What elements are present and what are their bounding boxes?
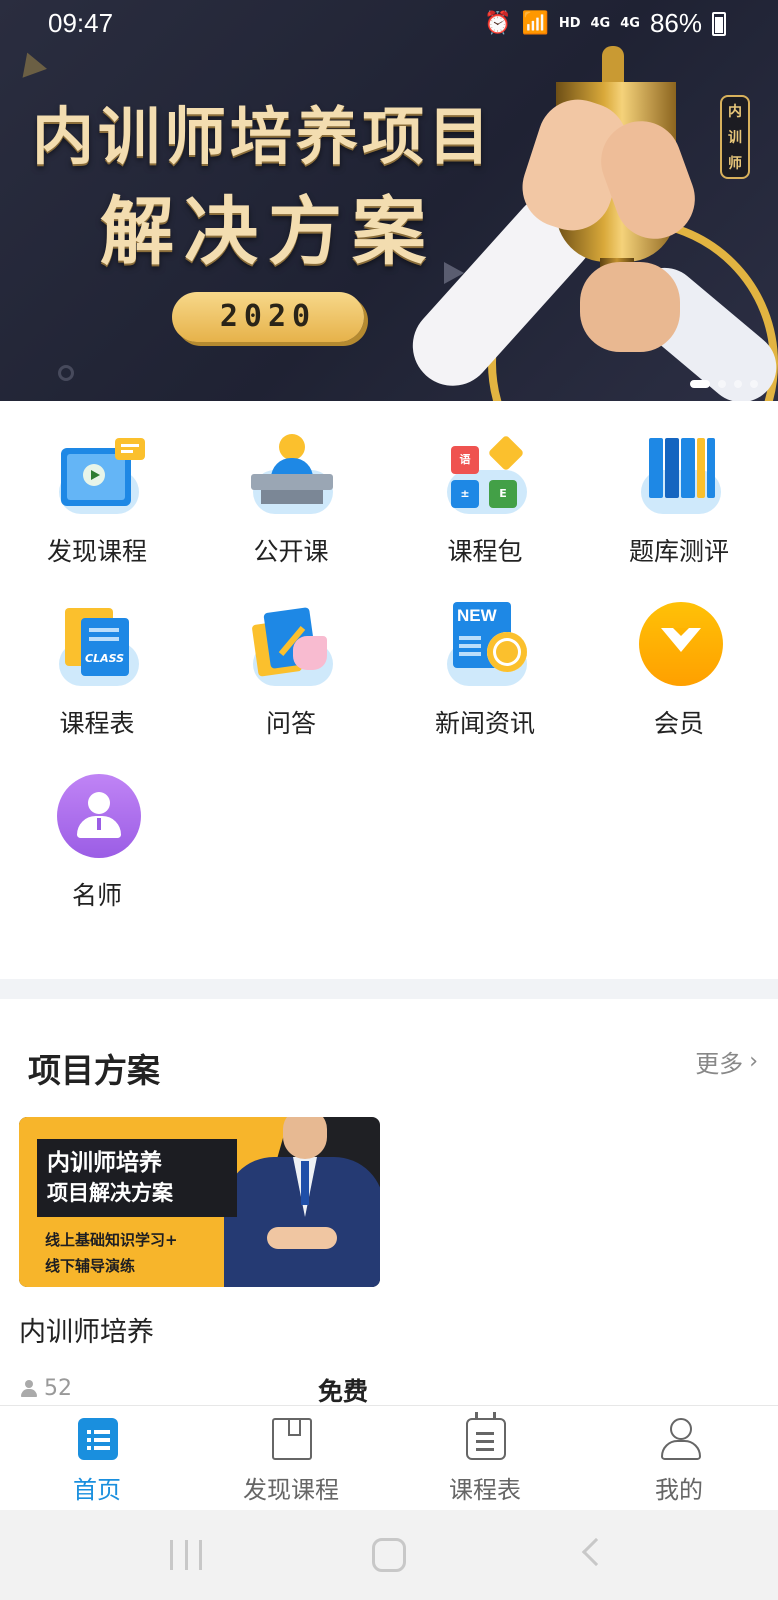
hd-indicator: HD xyxy=(558,16,581,31)
learner-count: 52 xyxy=(20,1376,72,1401)
price-label: 免费 xyxy=(318,1377,369,1406)
carousel-indicator[interactable] xyxy=(690,380,758,388)
book-icon xyxy=(272,1418,312,1460)
status-icons: ⏰ 📶 HD 4G 4G 86% xyxy=(484,8,726,39)
tab-label: 课程表 xyxy=(449,1476,521,1504)
grid-item-label: 会员 xyxy=(653,709,704,738)
card-image-note: 线上基础知识学习+ xyxy=(45,1231,178,1249)
wifi-icon: 📶 xyxy=(521,11,549,36)
learner-count-value: 52 xyxy=(44,1376,72,1401)
tab-home[interactable]: 首页 xyxy=(0,1406,194,1511)
bottom-tab-bar: 首页 发现课程 课程表 我的 xyxy=(0,1405,778,1510)
system-nav-bar xyxy=(0,1510,778,1600)
project-card-image[interactable]: 内训师培养 项目解决方案 线上基础知识学习+ 线下辅导演练 xyxy=(19,1117,380,1287)
chevron-right-icon: › xyxy=(749,1049,758,1074)
status-bar: 09:47 ⏰ 📶 HD 4G 4G 86% xyxy=(0,0,778,46)
tab-discover-courses[interactable]: 发现课程 xyxy=(194,1406,388,1511)
project-card-name[interactable]: 内训师培养 xyxy=(19,1310,154,1349)
class-schedule-icon: CLASS xyxy=(55,602,141,692)
signal-4g-icon: 4G xyxy=(590,16,611,31)
section-divider xyxy=(0,979,778,999)
recent-apps-button[interactable] xyxy=(170,1540,202,1570)
grid-item-discover-courses[interactable]: 发现课程 xyxy=(0,430,194,590)
course-package-icon: 语 ± E xyxy=(443,430,529,520)
question-bank-icon xyxy=(637,430,723,520)
tab-me[interactable]: 我的 xyxy=(582,1406,776,1511)
status-time: 09:47 xyxy=(48,8,114,38)
grid-item-question-bank[interactable]: 题库测评 xyxy=(582,430,776,590)
alarm-icon: ⏰ xyxy=(484,11,512,36)
banner-hand xyxy=(580,262,680,352)
person-icon xyxy=(20,1379,38,1398)
tab-label: 发现课程 xyxy=(243,1476,339,1504)
grid-item-news[interactable]: NEW 新闻资讯 xyxy=(388,602,582,762)
battery-icon xyxy=(712,11,726,36)
grid-item-label: 公开课 xyxy=(253,537,329,566)
lecturer-podium-icon xyxy=(249,430,335,520)
qa-icon xyxy=(249,602,335,692)
banner-title-line2: 解决方案 xyxy=(100,189,436,275)
video-course-icon xyxy=(55,430,145,520)
banner-title-line1: 内训师培养项目 xyxy=(32,100,495,173)
grid-item-label: 名师 xyxy=(71,881,122,910)
tab-label: 我的 xyxy=(655,1476,703,1504)
grid-item-open-class[interactable]: 公开课 xyxy=(194,430,388,590)
grid-item-label: 问答 xyxy=(265,709,316,738)
grid-item-label: 课程包 xyxy=(447,537,523,566)
system-home-button[interactable] xyxy=(372,1538,406,1572)
system-back-button[interactable] xyxy=(581,1537,611,1567)
decor-triangle xyxy=(15,48,47,78)
card-image-subtitle: 项目解决方案 xyxy=(47,1181,173,1205)
user-icon xyxy=(660,1418,701,1460)
grid-item-label: 新闻资讯 xyxy=(434,709,535,738)
grid-item-qa[interactable]: 问答 xyxy=(194,602,388,762)
grid-item-schedule[interactable]: CLASS 课程表 xyxy=(0,602,194,762)
teacher-icon xyxy=(55,774,141,864)
card-image-note: 线下辅导演练 xyxy=(45,1257,136,1275)
carousel-dot[interactable] xyxy=(734,380,742,388)
tab-label: 首页 xyxy=(73,1476,121,1504)
member-icon xyxy=(637,602,723,692)
signal-4g-icon: 4G xyxy=(620,16,640,31)
decor-circle xyxy=(58,365,74,381)
promo-banner-carousel[interactable]: 内训师培养项目 解决方案 2020 内训师 xyxy=(0,0,778,401)
more-link[interactable]: 更多 › xyxy=(695,1044,758,1079)
card-image-title: 内训师培养 xyxy=(47,1150,162,1176)
banner-year-pill: 2020 xyxy=(172,292,364,342)
grid-item-label: 课程表 xyxy=(59,709,135,738)
home-list-icon xyxy=(78,1418,118,1460)
banner-badge: 内训师 xyxy=(720,95,750,179)
carousel-dot-active[interactable] xyxy=(690,380,710,388)
grid-item-label: 题库测评 xyxy=(628,537,729,566)
trophy-finial xyxy=(602,46,624,86)
grid-item-label: 发现课程 xyxy=(46,537,147,566)
news-icon: NEW xyxy=(443,602,529,692)
battery-percent: 86% xyxy=(649,8,702,38)
grid-item-famous-teacher[interactable]: 名师 xyxy=(0,774,194,934)
more-label: 更多 xyxy=(695,1050,744,1078)
section-title: 项目方案 xyxy=(28,1051,160,1090)
grid-item-member[interactable]: 会员 xyxy=(582,602,776,762)
carousel-dot[interactable] xyxy=(750,380,758,388)
tab-schedule[interactable]: 课程表 xyxy=(388,1406,582,1511)
grid-item-course-package[interactable]: 语 ± E 课程包 xyxy=(388,430,582,590)
carousel-dot[interactable] xyxy=(718,380,726,388)
calendar-icon xyxy=(466,1412,506,1460)
